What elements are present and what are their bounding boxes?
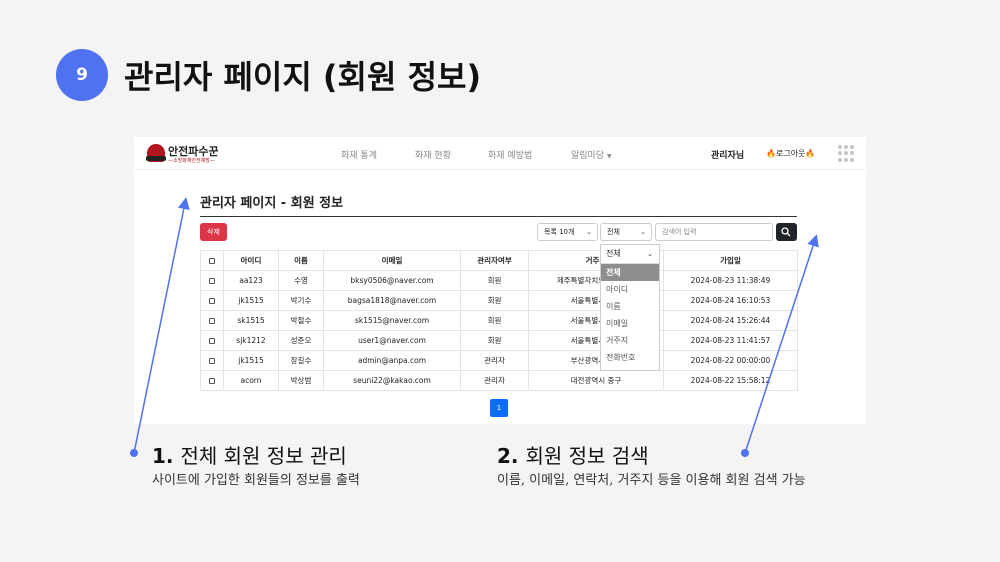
- annotation-2-text: 회원 정보 검색: [525, 444, 649, 468]
- annotation-2-title: 2. 회원 정보 검색: [497, 440, 649, 469]
- annotation-1-text: 전체 회원 정보 관리: [180, 444, 347, 468]
- annotation-1-number: 1.: [152, 444, 174, 468]
- annotation-1-title: 1. 전체 회원 정보 관리: [152, 440, 347, 469]
- annotation-dot-2: [741, 449, 749, 457]
- annotation-2-desc: 이름, 이메일, 연락처, 거주지 등을 이용해 회원 검색 가능: [497, 473, 806, 488]
- annotation-arrow-1: [133, 197, 190, 454]
- annotation-1-desc: 사이트에 가입한 회원들의 정보를 출력: [152, 473, 360, 488]
- annotation-2-number: 2.: [497, 444, 519, 468]
- annotation-arrow-2: [744, 234, 819, 454]
- annotation-dot-1: [130, 449, 138, 457]
